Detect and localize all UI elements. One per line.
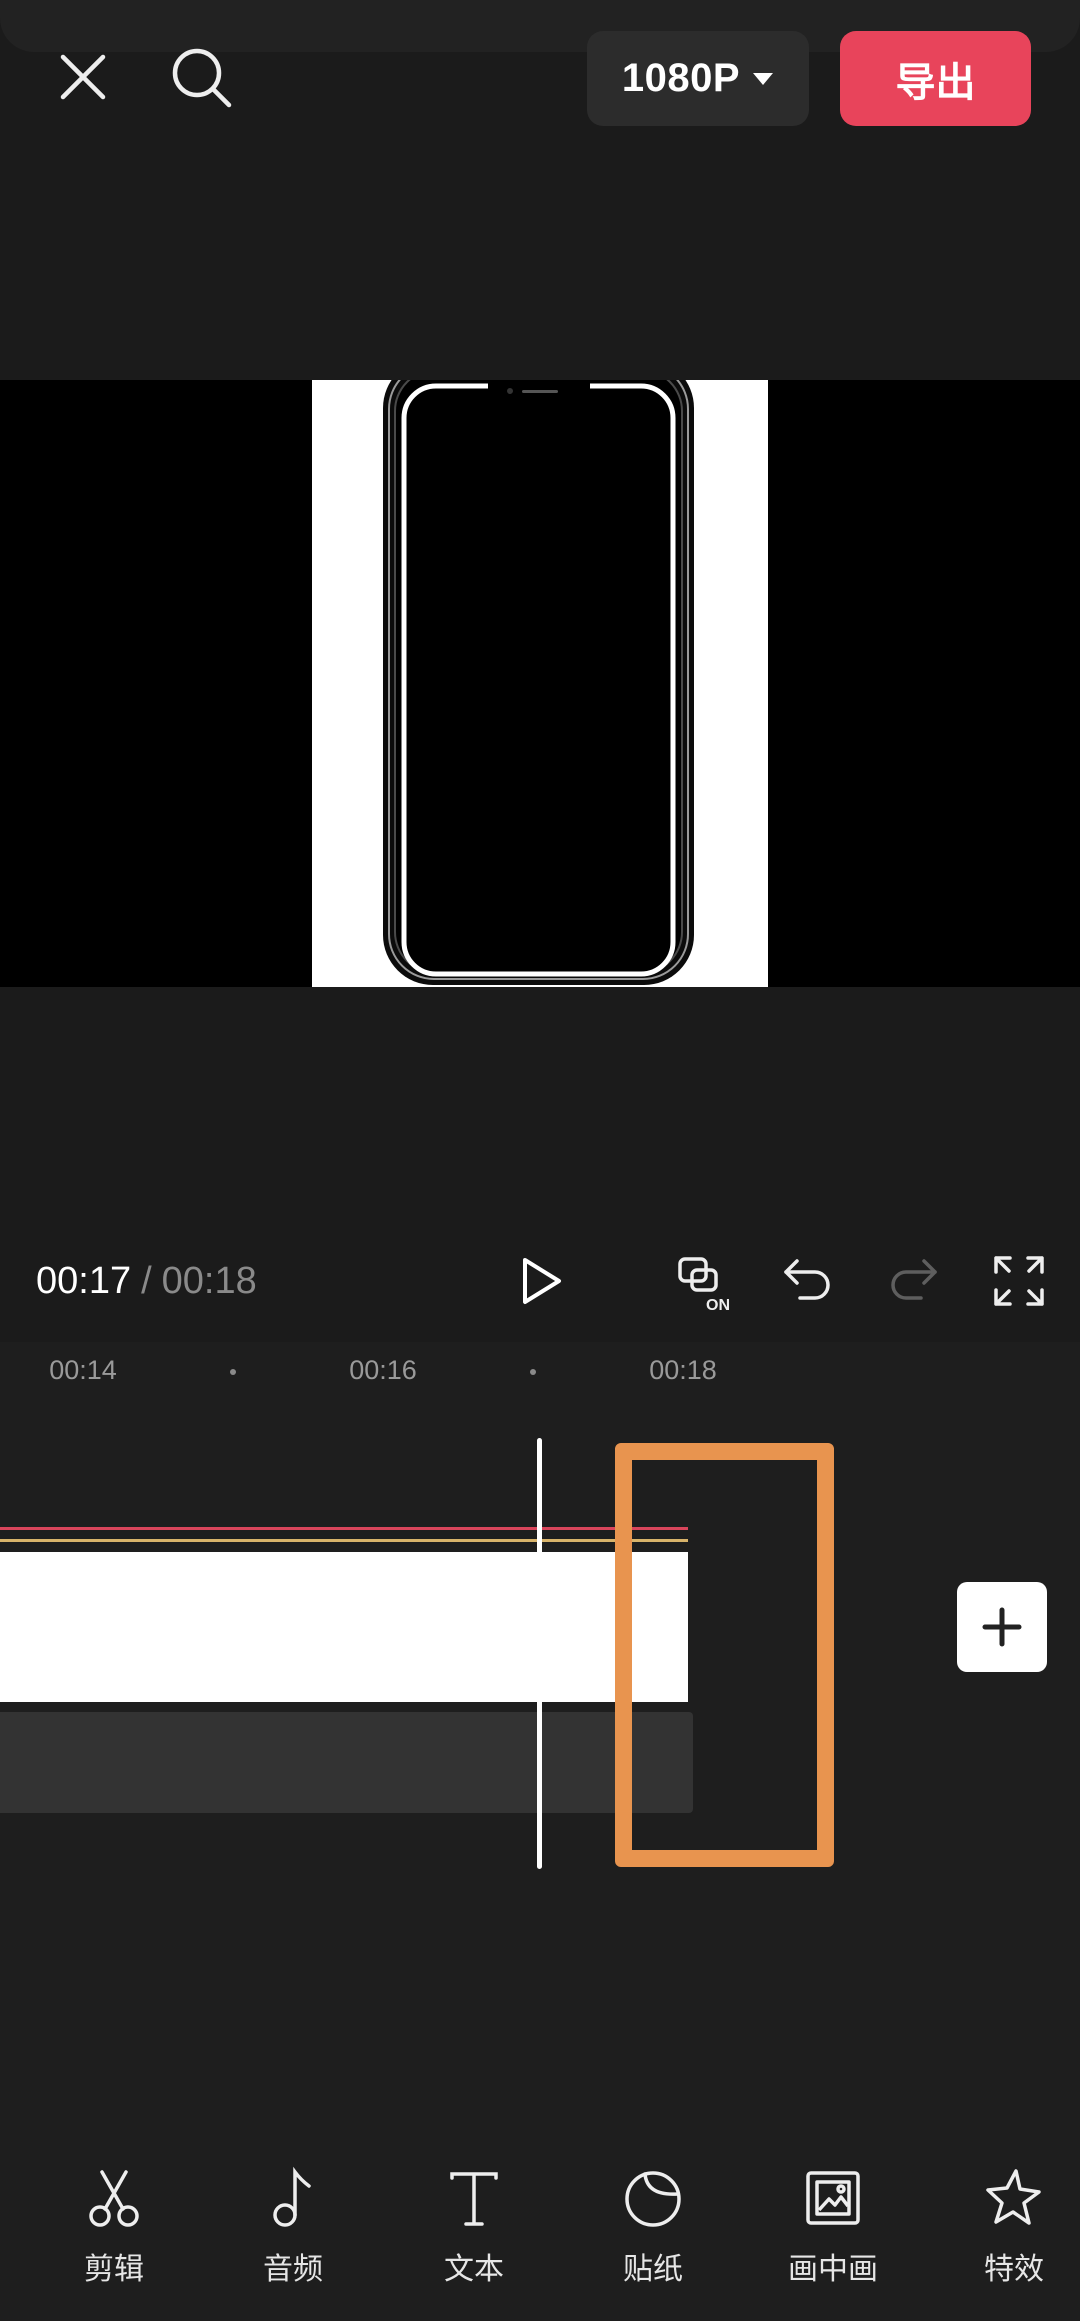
- tool-label: 贴纸: [623, 2253, 683, 2286]
- tool-effects[interactable]: 特效: [949, 2166, 1079, 2296]
- playhead[interactable]: [537, 1438, 542, 1869]
- picture-in-picture-icon: [806, 2171, 860, 2225]
- overlay-track-line-yellow[interactable]: [0, 1539, 688, 1542]
- keyframe-badge-text: ON: [706, 1297, 730, 1313]
- tool-picture-in-picture[interactable]: 画中画: [768, 2166, 898, 2296]
- keyframe-toggle-button[interactable]: ON: [668, 1247, 740, 1319]
- add-clip-button[interactable]: [957, 1582, 1047, 1672]
- video-editor-screen: 1080P 导出 00:17 / 00:18 ON 00:14 00:16 00…: [0, 0, 1080, 2321]
- scissors-icon: [89, 2170, 139, 2227]
- time-separator: /: [141, 1259, 152, 1302]
- caret-down-icon: [753, 72, 774, 85]
- play-button[interactable]: [505, 1245, 577, 1317]
- ruler-time-label: 00:18: [649, 1355, 717, 1385]
- tool-label: 特效: [984, 2253, 1044, 2286]
- fullscreen-button[interactable]: [983, 1245, 1055, 1317]
- play-icon: [523, 1258, 561, 1304]
- video-preview[interactable]: [0, 380, 1080, 987]
- close-icon: [60, 54, 106, 100]
- tool-label: 音频: [263, 2253, 323, 2286]
- highlight-box: [615, 1443, 834, 1867]
- tool-label: 画中画: [788, 2253, 878, 2286]
- audio-track[interactable]: [0, 1712, 693, 1813]
- current-time: 00:17: [36, 1259, 132, 1302]
- overlay-track-line-red[interactable]: [0, 1527, 688, 1530]
- video-clip[interactable]: [0, 1552, 688, 1702]
- tool-edit[interactable]: 剪辑: [49, 2166, 179, 2296]
- export-label: 导出: [895, 60, 976, 105]
- tool-label: 剪辑: [84, 2253, 144, 2286]
- plus-icon: [982, 1607, 1022, 1647]
- preview-canvas: [312, 380, 768, 987]
- export-button[interactable]: 导出: [840, 31, 1031, 126]
- player-controls: 00:17 / 00:18 ON: [0, 1245, 1080, 1317]
- music-note-icon: [273, 2166, 311, 2227]
- timecode: 00:17 / 00:18: [36, 1245, 257, 1317]
- undo-button[interactable]: [772, 1245, 844, 1317]
- ruler-tick-dot: [230, 1369, 236, 1375]
- effects-star-icon: [986, 2169, 1041, 2225]
- undo-icon: [784, 1259, 830, 1300]
- tool-label: 文本: [444, 2253, 504, 2286]
- tool-text[interactable]: 文本: [409, 2166, 539, 2296]
- tool-sticker[interactable]: 贴纸: [588, 2166, 718, 2296]
- phone-mockup-image: [383, 380, 694, 985]
- total-duration: 00:18: [161, 1259, 257, 1302]
- ruler-time-label: 00:16: [349, 1355, 417, 1385]
- search-icon: [172, 48, 232, 108]
- ruler-tick-dot: [530, 1369, 536, 1375]
- text-icon: [450, 2172, 498, 2226]
- close-button[interactable]: [52, 46, 114, 108]
- tool-audio[interactable]: 音频: [228, 2166, 358, 2296]
- resolution-dropdown[interactable]: 1080P: [587, 31, 809, 126]
- redo-button[interactable]: [877, 1245, 949, 1317]
- keyframe-on-icon: ON: [678, 1257, 730, 1313]
- resolution-label: 1080P: [621, 56, 741, 100]
- ruler-time-label: 00:14: [49, 1355, 117, 1385]
- redo-icon: [891, 1259, 937, 1300]
- fullscreen-icon: [994, 1256, 1044, 1306]
- sticker-icon: [625, 2171, 681, 2227]
- search-button[interactable]: [166, 42, 238, 114]
